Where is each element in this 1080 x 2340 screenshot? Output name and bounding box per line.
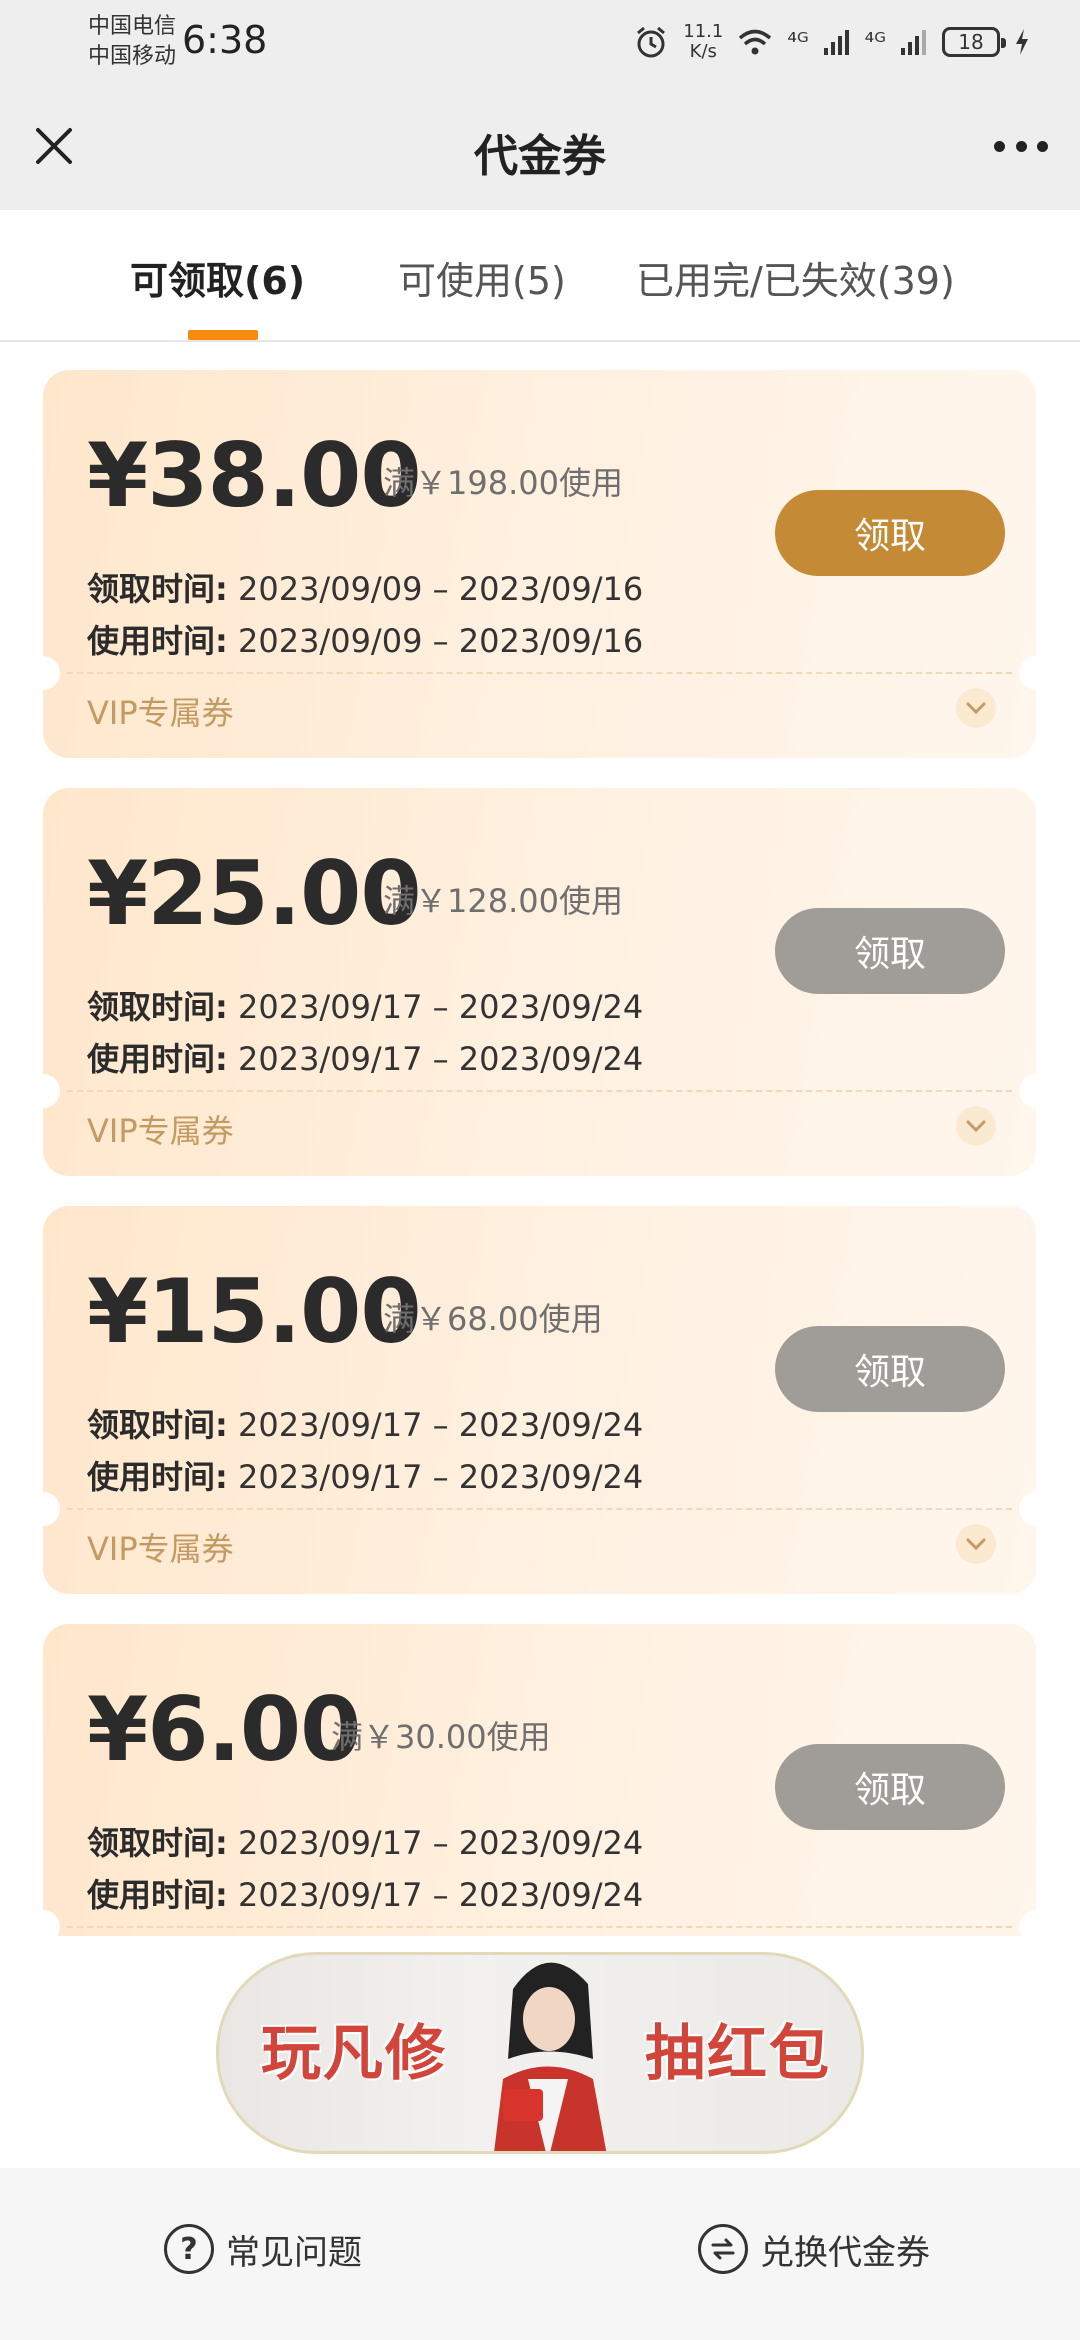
signal-bars-icon xyxy=(823,30,849,55)
banner-left-text: 玩凡修 xyxy=(261,2019,447,2089)
coupon-card: ¥15.00 满￥68.00使用 领取时间: 2023/09/17 – 2023… xyxy=(43,1206,1036,1594)
use-time-label: 使用时间: xyxy=(87,1458,228,1496)
exchange-coupon-button[interactable]: 兑换代金券 xyxy=(698,2224,930,2274)
claim-time-label: 领取时间: xyxy=(87,570,228,608)
coupon-amount: ¥38.00 xyxy=(87,424,422,527)
coupon-condition: 满￥30.00使用 xyxy=(331,1718,551,1756)
more-icon[interactable] xyxy=(994,132,1048,160)
use-time-label: 使用时间: xyxy=(87,1876,228,1914)
charging-icon xyxy=(1016,29,1028,55)
net-speed-value: 11.1 xyxy=(683,21,724,42)
tab-claimable[interactable]: 可领取(6) xyxy=(130,250,305,305)
promo-banner[interactable]: 玩凡修 抽红包 xyxy=(216,1952,864,2154)
alarm-icon xyxy=(637,26,666,58)
claim-time: 领取时间: 2023/09/09 – 2023/09/16 xyxy=(87,564,643,610)
use-time-range: 2023/09/17 – 2023/09/24 xyxy=(237,1876,644,1914)
coupon-list[interactable]: ¥38.00 满￥198.00使用 领取时间: 2023/09/09 – 202… xyxy=(0,342,1080,1936)
use-time-label: 使用时间: xyxy=(87,1040,228,1078)
coupon-divider xyxy=(67,1508,1012,1510)
claim-time-range: 2023/09/17 – 2023/09/24 xyxy=(237,1406,644,1444)
exchange-label: 兑换代金券 xyxy=(760,2232,930,2273)
claim-time-range: 2023/09/09 – 2023/09/16 xyxy=(237,570,644,608)
claim-time-label: 领取时间: xyxy=(87,1824,228,1862)
claim-button[interactable]: 领取 xyxy=(775,490,1005,576)
coupon-card: ¥6.00 满￥30.00使用 领取时间: 2023/09/17 – 2023/… xyxy=(43,1624,1036,1936)
use-time: 使用时间: 2023/09/17 – 2023/09/24 xyxy=(87,1034,643,1080)
claim-time-range: 2023/09/17 – 2023/09/24 xyxy=(237,1824,644,1862)
chevron-down-icon[interactable] xyxy=(956,1524,996,1564)
battery-indicator: 18 xyxy=(942,27,1006,57)
coupon-tag: VIP专属券 xyxy=(87,694,234,732)
banner-right-text: 抽红包 xyxy=(645,2019,831,2089)
status-icons: 11.1 K/s ⁴ᴳ ⁴ᴳ 18 xyxy=(633,20,1030,64)
use-time-label: 使用时间: xyxy=(87,622,228,660)
status-bar: 中国电信 中国移动 6:38 11.1 K/s ⁴ᴳ ⁴ᴳ 18 xyxy=(0,0,1080,82)
claim-time: 领取时间: 2023/09/17 – 2023/09/24 xyxy=(87,1400,643,1446)
page-title: 代金券 xyxy=(474,131,606,182)
use-time-range: 2023/09/09 – 2023/09/16 xyxy=(237,622,644,660)
claim-button[interactable]: 领取 xyxy=(775,1326,1005,1412)
tab-bar: 可领取(6) 可使用(5) 已用完/已失效(39) xyxy=(0,210,1080,342)
coupon-amount: ¥25.00 xyxy=(87,842,422,945)
faq-label: 常见问题 xyxy=(226,2232,362,2273)
coupon-divider xyxy=(67,1090,1012,1092)
coupon-condition: 满￥198.00使用 xyxy=(383,464,623,502)
signal-bars-icon xyxy=(901,30,926,55)
carrier-2: 中国移动 xyxy=(88,44,177,69)
use-time-range: 2023/09/17 – 2023/09/24 xyxy=(237,1040,644,1078)
tab-indicator xyxy=(188,330,258,340)
bottom-bar: ? 常见问题 兑换代金券 xyxy=(0,2168,1080,2340)
claim-time-label: 领取时间: xyxy=(87,988,228,1026)
coupon-divider xyxy=(67,1926,1012,1928)
claim-button[interactable]: 领取 xyxy=(775,1744,1005,1830)
coupon-card: ¥38.00 满￥198.00使用 领取时间: 2023/09/09 – 202… xyxy=(43,370,1036,758)
coupon-condition: 满￥68.00使用 xyxy=(383,1300,603,1338)
net-speed: 11.1 K/s xyxy=(683,22,723,62)
claim-time-label: 领取时间: xyxy=(87,1406,228,1444)
use-time-range: 2023/09/17 – 2023/09/24 xyxy=(237,1458,644,1496)
tab-expired[interactable]: 已用完/已失效(39) xyxy=(636,250,955,305)
coupon-divider xyxy=(67,672,1012,674)
status-time: 6:38 xyxy=(182,18,268,62)
claim-time: 领取时间: 2023/09/17 – 2023/09/24 xyxy=(87,982,643,1028)
chevron-down-icon[interactable] xyxy=(956,1106,996,1146)
net-speed-unit: K/s xyxy=(689,41,717,62)
coupon-card: ¥25.00 满￥128.00使用 领取时间: 2023/09/17 – 202… xyxy=(43,788,1036,1176)
carrier-info: 中国电信 中国移动 xyxy=(88,12,176,72)
use-time: 使用时间: 2023/09/09 – 2023/09/16 xyxy=(87,616,643,662)
chevron-down-icon[interactable] xyxy=(956,688,996,728)
use-time: 使用时间: 2023/09/17 – 2023/09/24 xyxy=(87,1870,643,1916)
claim-time-range: 2023/09/17 – 2023/09/24 xyxy=(237,988,644,1026)
tab-usable[interactable]: 可使用(5) xyxy=(398,250,566,305)
coupon-tag: VIP专属券 xyxy=(87,1530,234,1568)
question-icon: ? xyxy=(164,2224,214,2274)
exchange-icon xyxy=(698,2224,748,2274)
coupon-condition: 满￥128.00使用 xyxy=(383,882,623,920)
claim-button[interactable]: 领取 xyxy=(775,908,1005,994)
signal-4g-label-1: ⁴ᴳ xyxy=(787,28,809,56)
use-time: 使用时间: 2023/09/17 – 2023/09/24 xyxy=(87,1452,643,1498)
carrier-1: 中国电信 xyxy=(88,14,177,39)
coupon-amount: ¥15.00 xyxy=(87,1260,422,1363)
coupon-tag: VIP专属券 xyxy=(87,1112,234,1150)
character-illustration xyxy=(494,1962,607,2151)
faq-button[interactable]: ? 常见问题 xyxy=(164,2224,362,2274)
wifi-icon xyxy=(739,29,772,55)
claim-time: 领取时间: 2023/09/17 – 2023/09/24 xyxy=(87,1818,643,1864)
coupon-amount: ¥6.00 xyxy=(87,1678,361,1781)
nav-bar: 代金券 xyxy=(0,82,1080,210)
signal-4g-label-2: ⁴ᴳ xyxy=(864,28,886,56)
